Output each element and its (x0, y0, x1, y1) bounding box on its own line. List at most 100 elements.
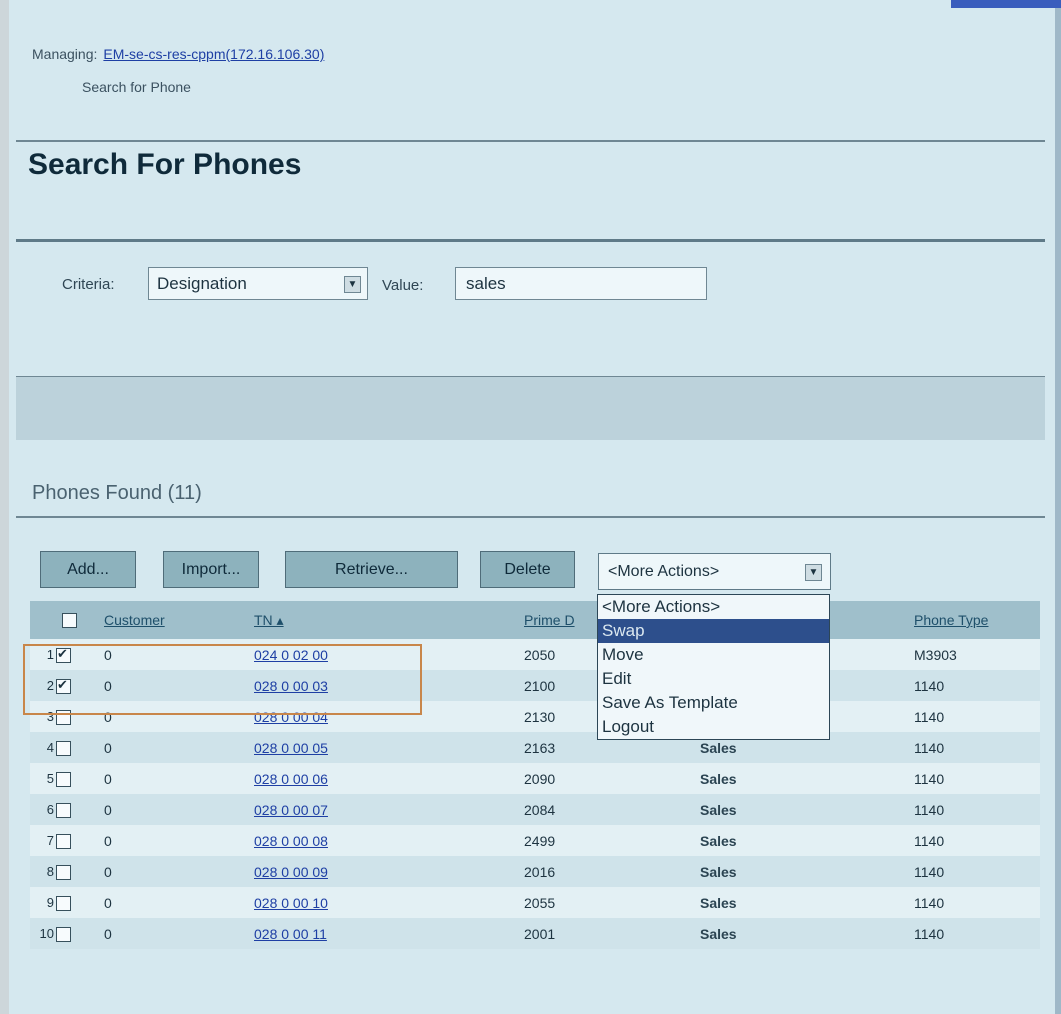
results-rule (16, 516, 1045, 518)
row-number: 10 (39, 926, 54, 942)
phone-type-cell: 1140 (910, 887, 1040, 918)
customer-cell: 0 (100, 732, 250, 763)
dropdown-option-save-as-template[interactable]: Save As Template (598, 691, 829, 715)
dropdown-option-more-actions[interactable]: <More Actions> (598, 595, 829, 619)
phone-type-cell: 1140 (910, 670, 1040, 701)
managing-line: Managing: EM-se-cs-res-cppm(172.16.106.30… (32, 46, 324, 62)
customer-cell: 0 (100, 794, 250, 825)
prime-dn-cell: 2090 (520, 763, 670, 794)
phone-type-cell: M3903 (910, 639, 1040, 670)
tn-cell: 028 0 00 06 (250, 763, 520, 794)
chevron-down-icon[interactable]: ▼ (344, 276, 361, 293)
tn-link[interactable]: 028 0 00 09 (254, 864, 328, 880)
tn-link[interactable]: 028 0 00 05 (254, 740, 328, 756)
table-row[interactable]: 8 0 028 0 00 09 2016 Sales 1140 (30, 856, 1040, 887)
table-row[interactable]: 10 0 028 0 00 11 2001 Sales 1140 (30, 918, 1040, 949)
select-all-cell (30, 601, 100, 639)
tn-link[interactable]: 028 0 00 08 (254, 833, 328, 849)
more-actions-select[interactable]: <More Actions> ▼ (598, 553, 831, 590)
tn-cell: 028 0 00 08 (250, 825, 520, 856)
tn-link[interactable]: 028 0 00 11 (254, 926, 327, 942)
criteria-select-value: Designation (157, 274, 247, 293)
row-number: 4 (46, 740, 54, 756)
tn-link[interactable]: 028 0 00 07 (254, 802, 328, 818)
row-checkbox[interactable] (56, 771, 71, 787)
row-checkbox[interactable] (56, 895, 71, 911)
row-checkbox[interactable] (56, 802, 71, 818)
phone-type-cell: 1140 (910, 794, 1040, 825)
column-header-tn[interactable]: TN ▴ (250, 601, 520, 639)
select-all-checkbox[interactable] (62, 613, 77, 629)
designation-cell: Sales (670, 794, 910, 825)
customer-cell: 0 (100, 763, 250, 794)
prime-dn-cell: 2084 (520, 794, 670, 825)
retrieve-button[interactable]: Retrieve... (285, 551, 458, 588)
tn-cell: 028 0 00 10 (250, 887, 520, 918)
customer-cell: 0 (100, 825, 250, 856)
prime-dn-cell: 2001 (520, 918, 670, 949)
row-number: 9 (46, 895, 54, 911)
row-checkbox[interactable] (56, 740, 71, 756)
dropdown-option-edit[interactable]: Edit (598, 667, 829, 691)
table-row[interactable]: 4 0 028 0 00 05 2163 Sales 1140 (30, 732, 1040, 763)
row-number: 6 (46, 802, 54, 818)
tn-cell: 028 0 00 07 (250, 794, 520, 825)
column-header-phone-type[interactable]: Phone Type (910, 601, 1040, 639)
import-button[interactable]: Import... (163, 551, 259, 588)
row-number: 7 (46, 833, 54, 849)
dropdown-option-move[interactable]: Move (598, 643, 829, 667)
row-select-cell: 9 (30, 887, 100, 918)
managing-system-link[interactable]: EM-se-cs-res-cppm(172.16.106.30) (103, 46, 324, 62)
dropdown-option-logout[interactable]: Logout (598, 715, 829, 739)
table-row[interactable]: 9 0 028 0 00 10 2055 Sales 1140 (30, 887, 1040, 918)
prime-dn-cell: 2499 (520, 825, 670, 856)
row-number: 8 (46, 864, 54, 880)
tn-cell: 028 0 00 05 (250, 732, 520, 763)
selected-rows-highlight (23, 644, 422, 715)
column-header-customer[interactable]: Customer (100, 601, 250, 639)
more-actions-dropdown: <More Actions> Swap Move Edit Save As Te… (597, 594, 830, 740)
table-row[interactable]: 7 0 028 0 00 08 2499 Sales 1140 (30, 825, 1040, 856)
criteria-label: Criteria: (62, 276, 115, 293)
phone-type-cell: 1140 (910, 918, 1040, 949)
row-select-cell: 5 (30, 763, 100, 794)
table-row[interactable]: 5 0 028 0 00 06 2090 Sales 1140 (30, 763, 1040, 794)
phone-type-cell: 1140 (910, 825, 1040, 856)
row-select-cell: 8 (30, 856, 100, 887)
designation-cell: Sales (670, 856, 910, 887)
row-select-cell: 6 (30, 794, 100, 825)
screen-bezel-right (1055, 0, 1061, 1014)
phones-found-heading: Phones Found (11) (32, 482, 202, 504)
add-button[interactable]: Add... (40, 551, 136, 588)
tn-cell: 028 0 00 11 (250, 918, 520, 949)
criteria-select[interactable]: Designation ▼ (148, 267, 368, 300)
row-checkbox[interactable] (56, 864, 71, 880)
chevron-down-icon[interactable]: ▼ (805, 564, 822, 581)
tn-cell: 028 0 00 09 (250, 856, 520, 887)
designation-cell: Sales (670, 763, 910, 794)
page-title: Search For Phones (28, 148, 302, 181)
row-checkbox[interactable] (56, 926, 71, 942)
phone-type-cell: 1140 (910, 732, 1040, 763)
designation-cell: Sales (670, 918, 910, 949)
designation-cell: Sales (670, 887, 910, 918)
table-row[interactable]: 6 0 028 0 00 07 2084 Sales 1140 (30, 794, 1040, 825)
screen-bezel-left (0, 0, 9, 1014)
prime-dn-cell: 2016 (520, 856, 670, 887)
row-select-cell: 7 (30, 825, 100, 856)
phone-type-cell: 1140 (910, 763, 1040, 794)
tn-link[interactable]: 028 0 00 06 (254, 771, 328, 787)
breadcrumb: Search for Phone (82, 79, 191, 95)
delete-button[interactable]: Delete (480, 551, 575, 588)
dropdown-option-swap[interactable]: Swap (598, 619, 829, 643)
row-checkbox[interactable] (56, 833, 71, 849)
more-actions-value: <More Actions> (608, 563, 720, 580)
phone-type-cell: 1140 (910, 856, 1040, 887)
managing-label: Managing: (32, 46, 98, 62)
title-bottom-rule (16, 239, 1045, 242)
customer-cell: 0 (100, 887, 250, 918)
search-value-input[interactable]: sales (455, 267, 707, 300)
row-select-cell: 10 (30, 918, 100, 949)
tn-link[interactable]: 028 0 00 10 (254, 895, 328, 911)
phone-type-cell: 1140 (910, 701, 1040, 732)
